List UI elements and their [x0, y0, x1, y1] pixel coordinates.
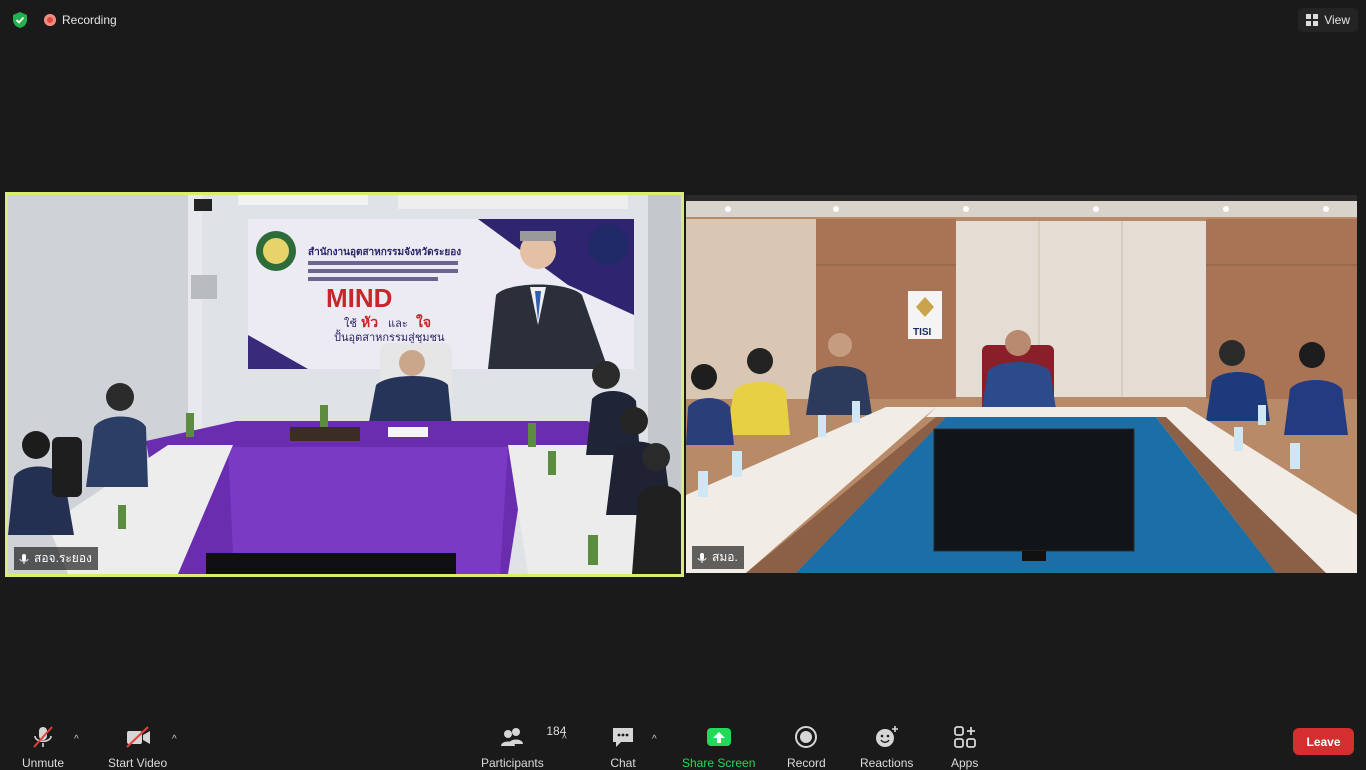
view-button[interactable]: View — [1298, 8, 1358, 32]
video-tile-tisi[interactable]: TISI — [686, 195, 1357, 573]
chat-bubble-icon — [610, 724, 636, 750]
record-circle-icon — [793, 724, 819, 750]
meeting-toolbar: Unmute ^ Start Video ^ 184 Participants … — [0, 708, 1366, 768]
share-screen-arrow-icon — [706, 724, 732, 750]
record-button[interactable]: Record — [787, 724, 826, 770]
video-camera-off-icon — [124, 724, 152, 750]
smiley-plus-icon — [873, 724, 901, 750]
mic-muted-icon — [696, 552, 708, 564]
video-feed-meeting-room-tisi: TISI — [686, 195, 1357, 573]
recording-indicator[interactable]: Recording — [44, 12, 117, 28]
participants-button[interactable]: 184 Participants — [481, 724, 544, 770]
unmute-button[interactable]: Unmute — [22, 724, 64, 770]
participants-options-chevron-icon[interactable]: ^ — [562, 734, 567, 745]
banner-heading: สำนักงานอุตสาหกรรมจังหวัดระยอง — [308, 246, 461, 258]
security-shield-icon[interactable] — [10, 10, 30, 30]
leave-button[interactable]: Leave — [1293, 728, 1354, 755]
chat-options-chevron-icon[interactable]: ^ — [652, 734, 657, 745]
reactions-button[interactable]: Reactions — [860, 724, 913, 770]
recording-label: Recording — [62, 13, 117, 27]
participants-icon-wrap: 184 — [498, 724, 526, 750]
microphone-muted-icon — [30, 724, 56, 750]
recording-dot-icon — [44, 14, 56, 26]
mic-muted-icon — [18, 553, 30, 565]
people-icon — [498, 724, 526, 750]
participant-name-tag: สอจ.ระยอง — [14, 547, 98, 570]
audio-options-chevron-icon[interactable]: ^ — [74, 734, 79, 745]
participant-name-tag: สมอ. — [692, 546, 744, 569]
top-bar: Recording View — [0, 0, 1366, 40]
banner-hua: หัว — [361, 314, 378, 330]
video-feed-meeting-room-rayong: สำนักงานอุตสาหกรรมจังหวัดระยอง MIND ใช้ … — [8, 195, 681, 574]
share-screen-button[interactable]: Share Screen — [682, 724, 755, 770]
banner-jai: ใจ — [416, 313, 431, 330]
video-tile-rayong[interactable]: สำนักงานอุตสาหกรรมจังหวัดระยอง MIND ใช้ … — [5, 192, 684, 577]
chat-button[interactable]: Chat — [610, 724, 636, 770]
grid-view-icon — [1306, 14, 1318, 26]
participant-name: สมอ. — [712, 548, 738, 567]
banner-lae: และ — [388, 318, 408, 330]
tisi-logo-text: TISI — [913, 327, 932, 338]
start-video-button[interactable]: Start Video — [108, 724, 167, 770]
banner-sub-b: ปั้นอุตสาหกรรมสู่ชุมชน — [334, 329, 445, 344]
apps-button[interactable]: Apps — [951, 724, 978, 770]
banner-mind: MIND — [326, 283, 392, 313]
view-label: View — [1324, 13, 1350, 27]
participant-name: สอจ.ระยอง — [34, 549, 92, 568]
banner-sub-a: ใช้ — [344, 317, 357, 330]
apps-grid-icon — [952, 724, 978, 750]
video-options-chevron-icon[interactable]: ^ — [172, 734, 177, 745]
